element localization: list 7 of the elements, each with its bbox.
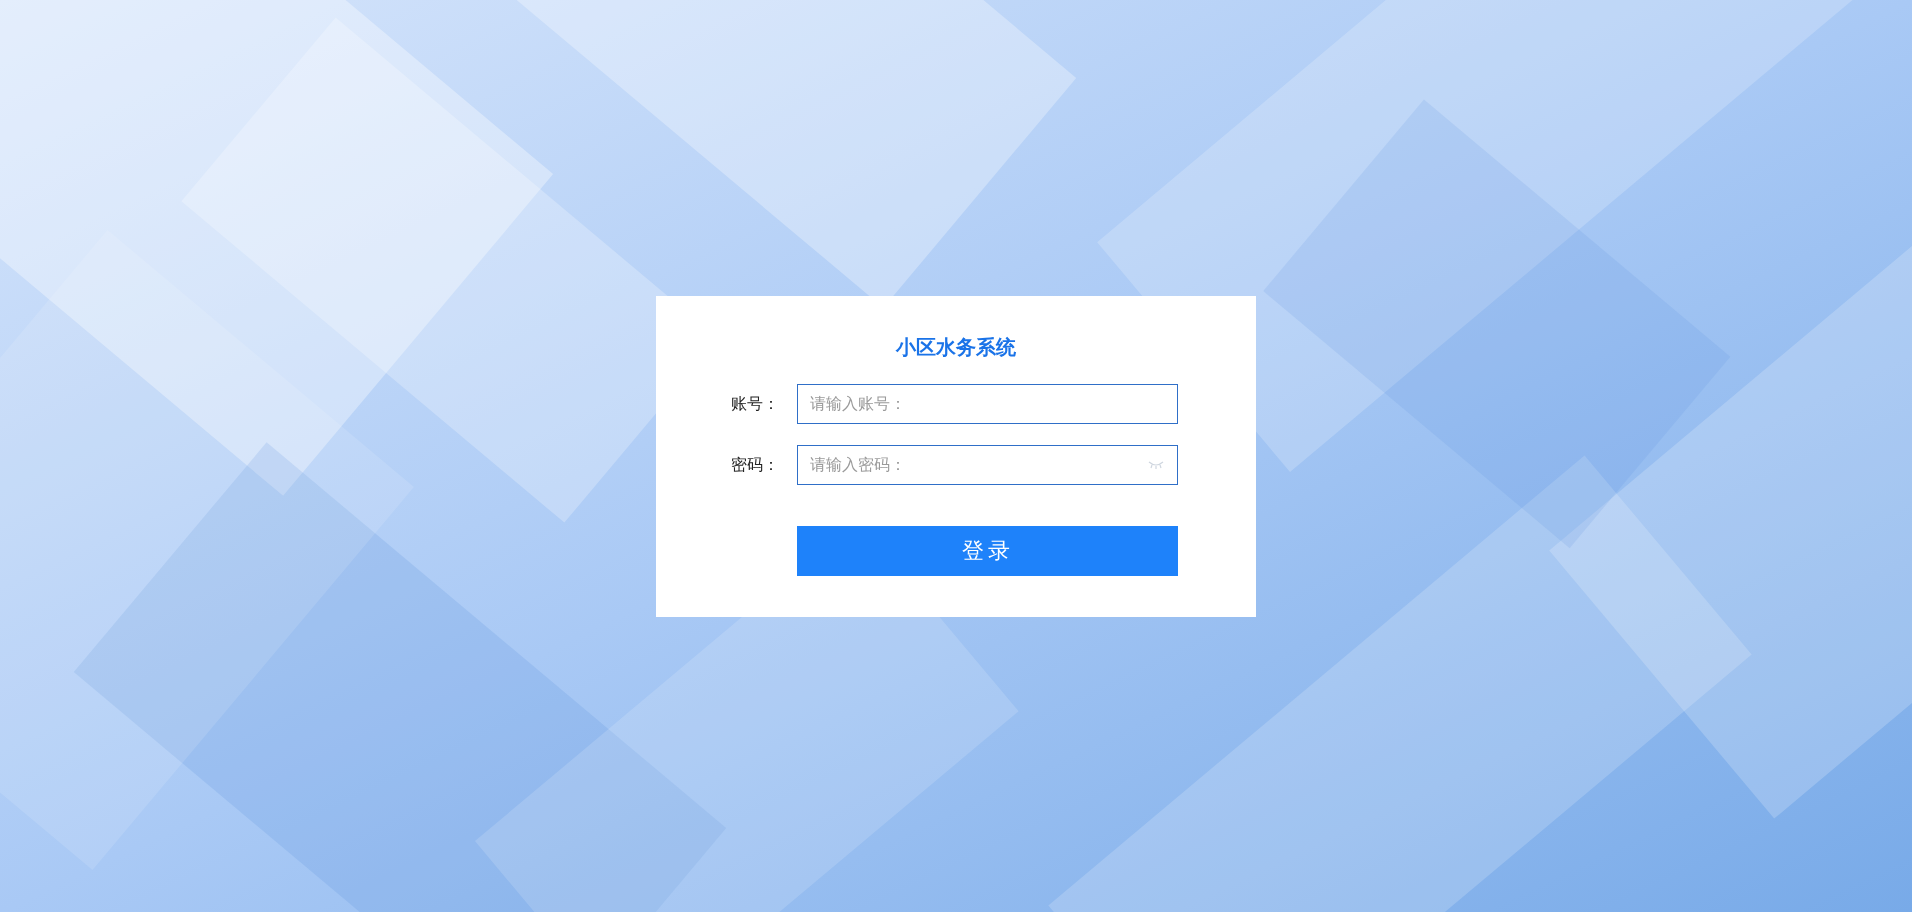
password-field[interactable]: 请输入密码： <box>797 444 1178 485</box>
closed-eye-icon[interactable] <box>1148 459 1164 470</box>
login-button[interactable]: 登录 <box>797 525 1178 576</box>
field-label: 密码： <box>730 454 780 475</box>
account-field[interactable]: 请输入账号： <box>797 383 1178 424</box>
field-label: 账号： <box>730 393 780 414</box>
card-title: 小区水务系统 <box>896 334 1016 360</box>
